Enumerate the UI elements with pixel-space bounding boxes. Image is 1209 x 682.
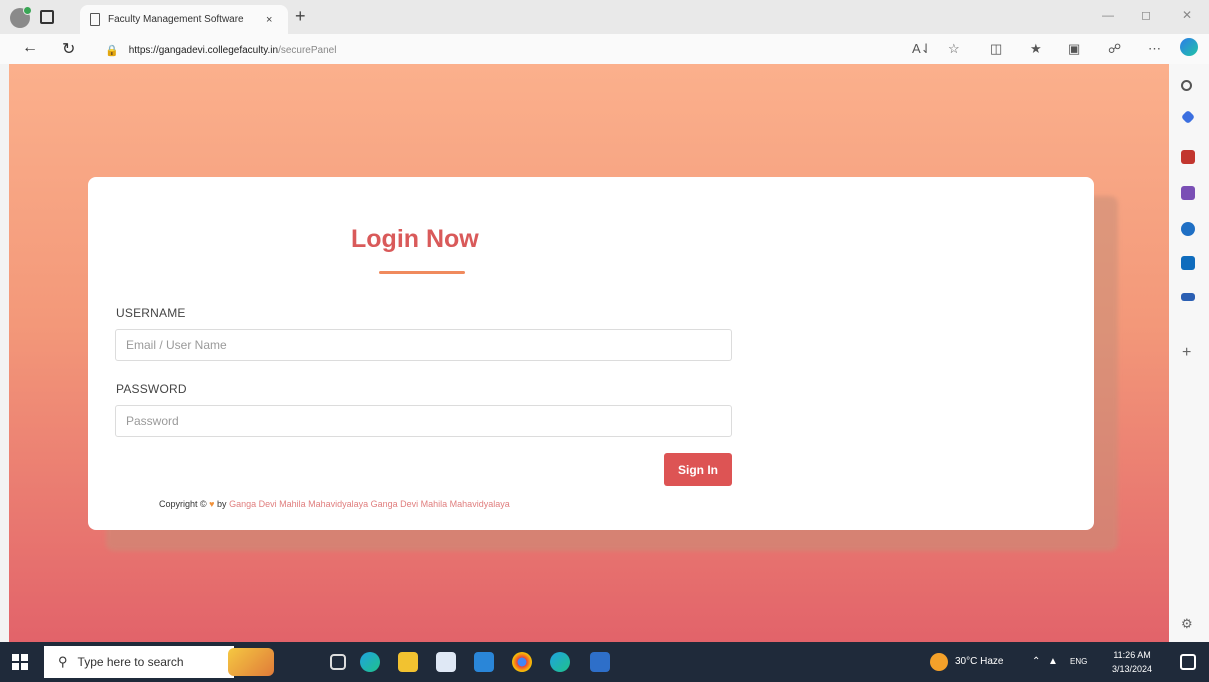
edge-dev-icon[interactable] bbox=[550, 652, 570, 672]
more-icon[interactable]: ⋯ bbox=[1148, 41, 1161, 57]
lock-icon: 🔒 bbox=[105, 44, 119, 57]
refresh-icon[interactable]: ↻ bbox=[62, 39, 75, 59]
sign-in-button[interactable]: Sign In bbox=[664, 453, 732, 486]
edge-icon[interactable] bbox=[360, 652, 380, 672]
minimize-icon[interactable]: — bbox=[1102, 8, 1114, 22]
username-input[interactable] bbox=[115, 329, 732, 361]
copilot-icon[interactable] bbox=[1180, 38, 1198, 56]
search-placeholder: Type here to search bbox=[77, 655, 184, 669]
login-title: Login Now bbox=[351, 225, 479, 253]
heart-icon: ♥ bbox=[209, 499, 215, 509]
games-icon[interactable] bbox=[1181, 186, 1195, 200]
page-icon bbox=[90, 13, 100, 26]
mail-icon[interactable] bbox=[474, 652, 494, 672]
notification-icon[interactable] bbox=[1180, 654, 1196, 670]
file-explorer-icon[interactable] bbox=[398, 652, 418, 672]
title-underline bbox=[379, 271, 465, 274]
title-bar: Faculty Management Software × + — ◻ ✕ bbox=[0, 0, 1209, 34]
chrome-icon[interactable] bbox=[512, 652, 532, 672]
task-view-icon[interactable] bbox=[330, 654, 346, 670]
address-bar: ← ↻ 🔒 https://gangadevi.collegefaculty.i… bbox=[0, 34, 1209, 64]
language-indicator[interactable]: ENG bbox=[1070, 657, 1087, 666]
login-page: Login Now USERNAME PASSWORD Sign In Copy… bbox=[9, 64, 1169, 642]
split-screen-icon[interactable]: ◫ bbox=[990, 41, 1002, 57]
add-sidebar-app-icon[interactable]: + bbox=[1182, 344, 1191, 362]
tab-actions-icon[interactable] bbox=[40, 10, 54, 24]
word-icon[interactable] bbox=[1181, 293, 1195, 301]
clock[interactable]: 11:26 AM 3/13/2024 bbox=[1112, 648, 1152, 676]
copyright-credit-link[interactable]: Ganga Devi Mahila Mahavidyalaya Ganga De… bbox=[229, 499, 510, 509]
clock-date: 3/13/2024 bbox=[1112, 664, 1153, 674]
browser-sidebar: + ⚙ bbox=[1169, 64, 1209, 642]
favorites-bar-icon[interactable]: ★ bbox=[1030, 41, 1042, 57]
extensions-icon[interactable]: ☍ bbox=[1108, 41, 1121, 57]
clock-time: 11:26 AM bbox=[1113, 650, 1151, 660]
read-aloud-icon[interactable]: A⇃ bbox=[912, 41, 932, 57]
search-icon[interactable] bbox=[1181, 80, 1192, 91]
password-label: PASSWORD bbox=[116, 382, 187, 396]
copyright-text: Copyright © ♥ by Ganga Devi Mahila Mahav… bbox=[159, 499, 510, 509]
restore-icon[interactable]: ◻ bbox=[1141, 8, 1151, 22]
weather-icon[interactable] bbox=[930, 653, 948, 671]
login-card: Login Now USERNAME PASSWORD Sign In Copy… bbox=[88, 177, 1094, 530]
favorite-icon[interactable]: ☆ bbox=[948, 41, 960, 57]
tab-title: Faculty Management Software bbox=[108, 14, 244, 25]
new-tab-button[interactable]: + bbox=[295, 6, 306, 27]
url-path: /securePanel bbox=[278, 44, 337, 56]
taskbar-search[interactable]: ⚲ Type here to search bbox=[44, 646, 274, 678]
password-input[interactable] bbox=[115, 405, 732, 437]
weather-text[interactable]: 30°C Haze bbox=[955, 656, 1003, 667]
collections-icon[interactable]: ▣ bbox=[1068, 41, 1080, 57]
shopping-icon[interactable] bbox=[1181, 150, 1195, 164]
taskbar: ⚲ Type here to search 30°C Haze ⌃ ▲ ENG … bbox=[0, 642, 1209, 682]
sidebar-settings-icon[interactable]: ⚙ bbox=[1181, 616, 1193, 632]
url-host: https://gangadevi.collegefaculty.in bbox=[128, 44, 279, 56]
browser-tab[interactable]: Faculty Management Software × bbox=[80, 5, 288, 34]
username-label: USERNAME bbox=[116, 306, 186, 320]
teams-icon[interactable] bbox=[590, 652, 610, 672]
windows-start-icon[interactable] bbox=[12, 654, 28, 670]
copyright-by: by bbox=[217, 499, 227, 509]
tray-chevron-icon[interactable]: ⌃ bbox=[1032, 656, 1040, 667]
url-field[interactable]: 🔒 https://gangadevi.collegefaculty.in/se… bbox=[105, 40, 895, 60]
close-window-icon[interactable]: ✕ bbox=[1182, 8, 1192, 22]
store-icon[interactable] bbox=[436, 652, 456, 672]
network-icon[interactable]: ▲ bbox=[1048, 656, 1058, 667]
copyright-prefix: Copyright © bbox=[159, 499, 207, 509]
outlook-icon[interactable] bbox=[1181, 256, 1195, 270]
profile-icon[interactable] bbox=[10, 6, 32, 28]
office-icon[interactable] bbox=[1181, 222, 1195, 236]
tag-icon[interactable] bbox=[1180, 109, 1196, 125]
search-icon: ⚲ bbox=[58, 654, 68, 669]
search-highlight-icon bbox=[228, 648, 274, 676]
back-icon[interactable]: ← bbox=[22, 39, 38, 57]
close-tab-icon[interactable]: × bbox=[266, 14, 272, 26]
